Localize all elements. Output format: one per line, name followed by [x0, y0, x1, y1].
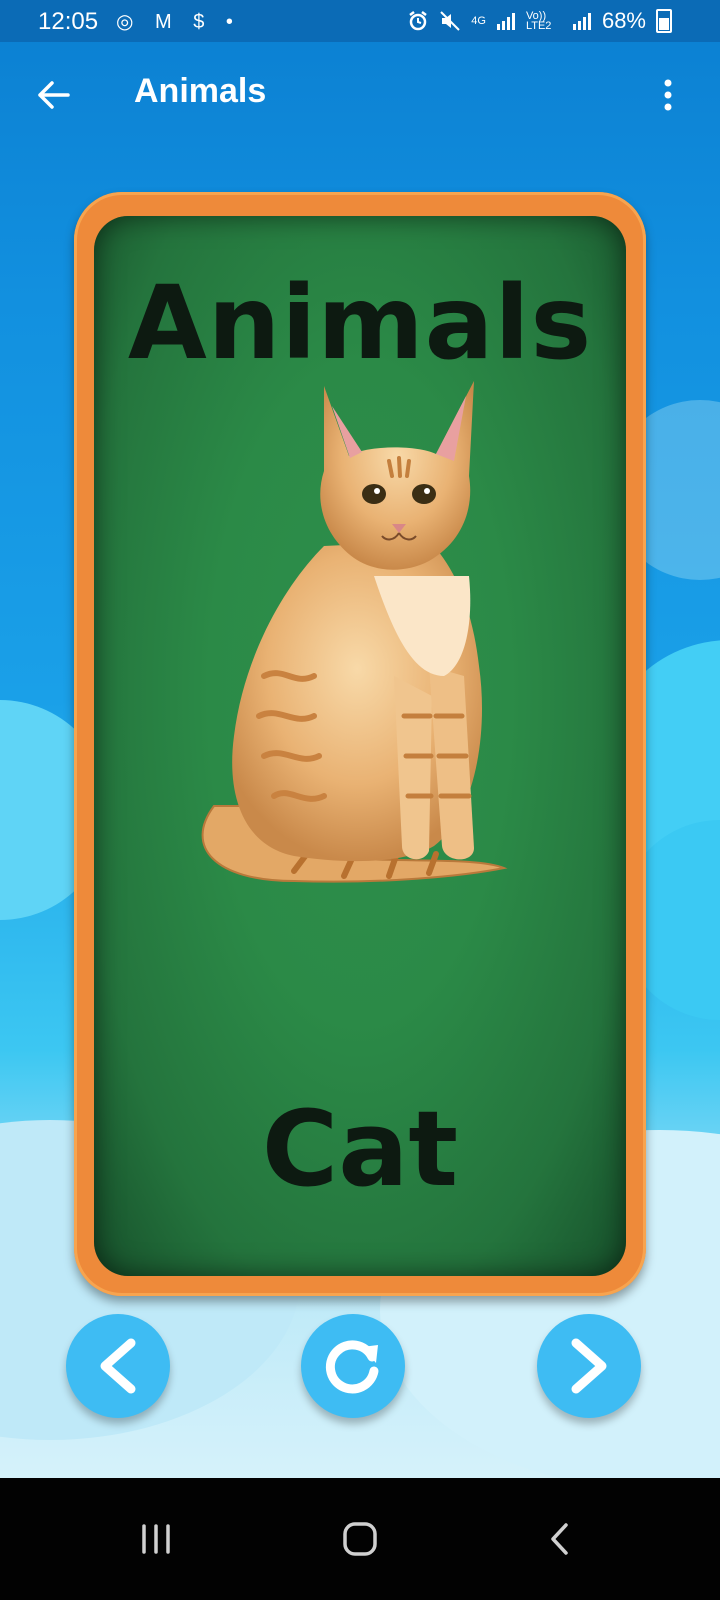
home-button[interactable]	[330, 1516, 390, 1562]
system-nav-bar	[0, 1478, 720, 1600]
chevron-right-icon	[571, 1338, 607, 1394]
back-button[interactable]	[28, 70, 78, 120]
recent-apps-icon	[142, 1524, 170, 1554]
network-4g: 4G	[471, 15, 486, 27]
more-vertical-icon	[664, 79, 672, 111]
card-heading: Animals	[127, 264, 593, 383]
alarm-icon	[409, 11, 428, 31]
mute-icon	[440, 11, 460, 31]
cat-image	[201, 381, 508, 883]
screen: 12:05 ◎ M $ • 4G Vo)) LTE2 68% Animals A…	[0, 0, 720, 1600]
status-time: 12:05	[38, 8, 99, 35]
card-word: Cat	[261, 1088, 459, 1210]
back-nav-button[interactable]	[530, 1516, 590, 1562]
flashcard-board: Animals Cat	[94, 216, 626, 1276]
refresh-icon	[325, 1340, 379, 1394]
home-icon	[343, 1522, 377, 1556]
previous-button[interactable]	[66, 1314, 170, 1418]
signal-icon	[496, 13, 515, 30]
repeat-button[interactable]	[301, 1314, 405, 1418]
status-bar: 12:05 ◎ M $ • 4G Vo)) LTE2 68%	[0, 0, 720, 42]
battery-icon	[656, 9, 672, 33]
page-title: Animals	[134, 72, 267, 110]
signal-icon-2	[572, 13, 591, 30]
next-button[interactable]	[537, 1314, 641, 1418]
back-nav-icon	[551, 1523, 568, 1555]
volte-label: Vo)) LTE2	[525, 10, 552, 32]
app-bar: Animals	[0, 42, 720, 146]
overflow-menu-button[interactable]	[648, 70, 688, 120]
flashcard[interactable]: Animals Cat	[74, 192, 646, 1296]
arrow-left-icon	[38, 81, 70, 109]
status-right: 4G Vo)) LTE2 68%	[407, 8, 672, 34]
battery-percent: 68%	[601, 8, 646, 33]
recent-apps-button[interactable]	[126, 1516, 186, 1562]
chevron-left-icon	[100, 1338, 136, 1394]
notification-icons: ◎ M $ •	[116, 11, 241, 33]
